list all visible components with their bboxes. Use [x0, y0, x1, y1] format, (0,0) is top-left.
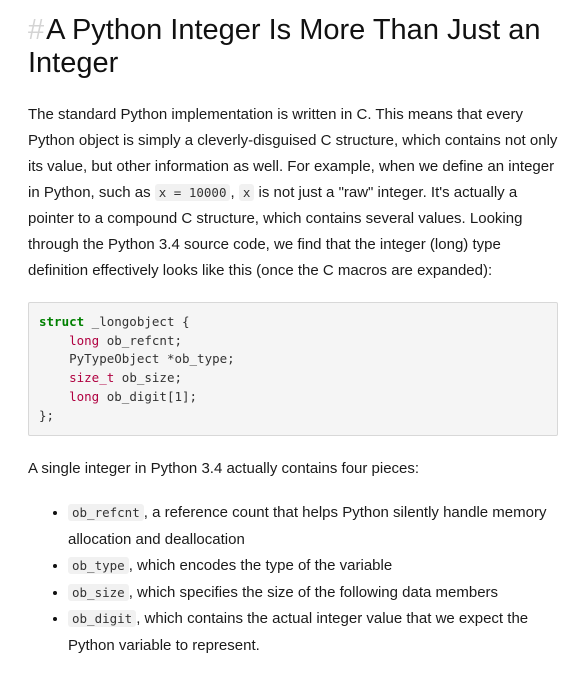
list-item: ob_refcnt, a reference count that helps …: [68, 500, 558, 553]
page-title: #A Python Integer Is More Than Just an I…: [28, 14, 558, 80]
list-item-text: , which contains the actual integer valu…: [68, 610, 529, 654]
pieces-list: ob_refcnt, a reference count that helps …: [28, 500, 558, 659]
heading-anchor-link[interactable]: #: [28, 14, 44, 46]
inline-code-field: ob_size: [68, 583, 129, 601]
code-line-rest: ob_refcnt;: [99, 332, 183, 348]
code-struct-name: _longobject {: [84, 314, 190, 329]
code-closing: };: [39, 407, 55, 423]
list-item: ob_digit, which contains the actual inte…: [68, 606, 558, 659]
code-block[interactable]: struct _longobject { long ob_refcnt; PyT…: [28, 302, 558, 437]
page-title-text: A Python Integer Is More Than Just an In…: [28, 14, 541, 79]
code-type: long: [69, 388, 100, 404]
inline-code-field: ob_type: [68, 557, 129, 575]
intro-paragraph: The standard Python implementation is wr…: [28, 102, 558, 284]
code-keyword-struct: struct: [39, 314, 85, 329]
inline-code-field: ob_refcnt: [68, 504, 144, 522]
code-type: size_t: [69, 370, 115, 386]
document-page: #A Python Integer Is More Than Just an I…: [0, 0, 586, 659]
code-line-rest: ob_size;: [114, 370, 182, 386]
inline-code-field: ob_digit: [68, 610, 137, 628]
list-item: ob_size, which specifies the size of the…: [68, 580, 558, 607]
inline-code-x-assign: x = 10000: [154, 184, 231, 201]
code-line-rest: ob_digit[1];: [99, 388, 198, 404]
inline-code-x: x: [238, 184, 255, 201]
code-type: long: [69, 332, 100, 348]
code-line-rest: PyTypeObject *ob_type;: [69, 351, 235, 367]
intro-text-2: ,: [230, 184, 239, 201]
list-item: ob_type, which encodes the type of the v…: [68, 553, 558, 580]
list-item-text: , which specifies the size of the follow…: [128, 583, 499, 601]
summary-paragraph: A single integer in Python 3.4 actually …: [28, 460, 420, 478]
list-item-text: , which encodes the type of the variable: [128, 557, 393, 575]
